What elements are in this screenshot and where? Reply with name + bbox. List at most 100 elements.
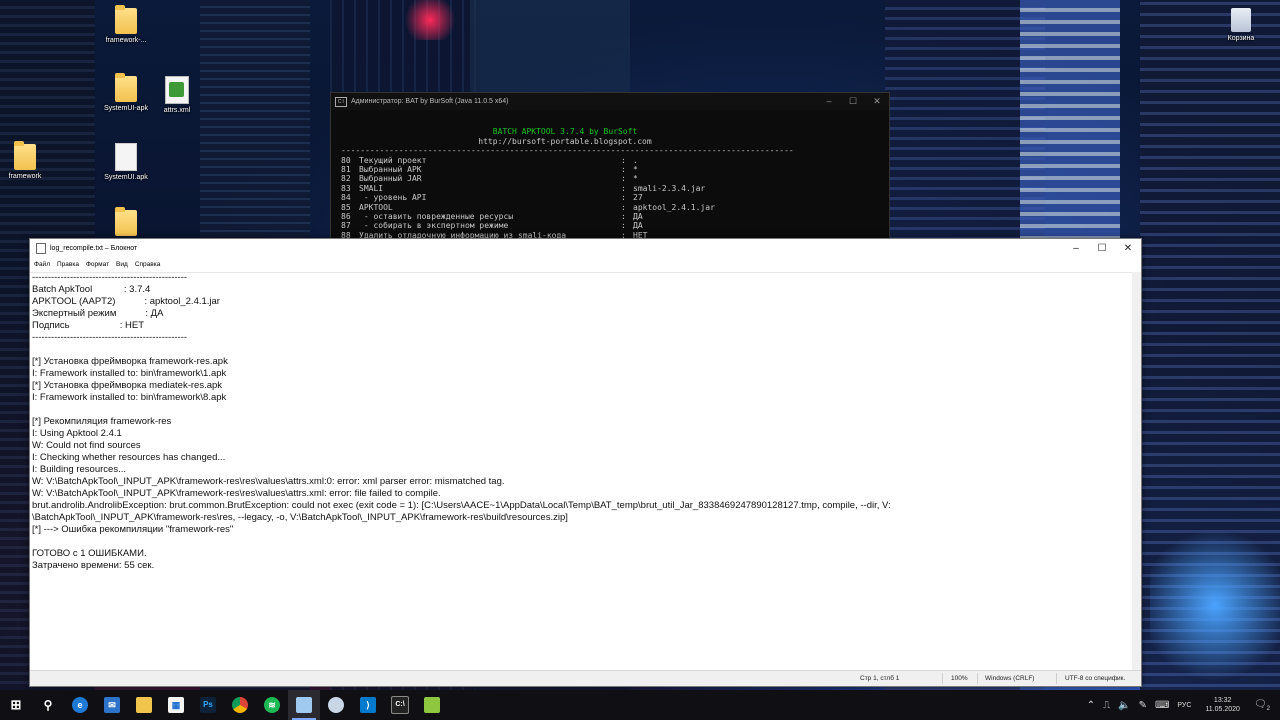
clock-time: 13:32: [1213, 697, 1232, 704]
menu-help[interactable]: Справка: [135, 261, 161, 268]
console-row-label: Выбранный JAR: [359, 174, 422, 184]
photoshop-icon: Ps: [200, 697, 216, 713]
clock[interactable]: 13:32 11.05.2020: [1205, 696, 1240, 714]
menu-format[interactable]: Формат: [86, 261, 109, 268]
desktop-icon-folder-3[interactable]: [94, 207, 158, 239]
store-icon: ▦: [168, 697, 184, 713]
console-app-icon: C:\: [335, 96, 347, 107]
console-row-number: 84: [341, 193, 351, 203]
taskbar-vscode[interactable]: ⟩: [352, 690, 384, 720]
spotify-icon: ≋: [264, 697, 280, 713]
desktop-icon-framework-folder[interactable]: framework-...: [94, 5, 158, 44]
console-icon: C:\: [391, 696, 409, 714]
network-icon[interactable]: ⎍: [1103, 700, 1110, 711]
console-window[interactable]: C:\ Администратор: BAT by BurSoft (Java …: [330, 92, 890, 244]
xml-file-icon: [165, 76, 189, 104]
console-row-value: ДА: [633, 212, 643, 222]
console-row-value: smali-2.3.4.jar: [633, 183, 706, 193]
folder-icon: [115, 73, 137, 102]
minimize-button[interactable]: –: [817, 96, 841, 107]
console-row-label: SMALI: [359, 183, 384, 193]
console-titlebar[interactable]: C:\ Администратор: BAT by BurSoft (Java …: [331, 93, 889, 110]
maximize-button[interactable]: ☐: [1089, 243, 1115, 254]
notepad-text-area[interactable]: ----------------------------------------…: [30, 272, 1132, 670]
status-encoding: UTF-8 со специфик.: [1065, 675, 1126, 682]
vertical-scrollbar[interactable]: [1132, 272, 1141, 670]
app-icon: [328, 697, 344, 713]
console-row-value: ДА: [633, 221, 643, 231]
taskbar-mail[interactable]: ✉: [96, 690, 128, 720]
desktop-icon-systemui-apk-file[interactable]: SystemUI.apk: [94, 143, 158, 181]
notepad-titlebar[interactable]: log_recompile.txt – Блокнот – ☐ ✕: [30, 239, 1141, 257]
console-header-title: BATCH APKTOOL 3.7.4 by BurSoft: [492, 127, 638, 137]
status-line-ending: Windows (CRLF): [985, 675, 1035, 682]
taskbar-notepad[interactable]: [288, 690, 320, 720]
system-tray: ⌃ ⎍ 🔈 ✎ ⌨ РУС 13:32 11.05.2020 🗨2: [1083, 690, 1280, 720]
taskbar-spotify[interactable]: ≋: [256, 690, 288, 720]
console-row: 84 - уровень API:27: [341, 193, 879, 202]
people-icon[interactable]: ⌃: [1087, 700, 1095, 711]
menu-view[interactable]: Вид: [116, 261, 128, 268]
taskbar-chrome[interactable]: [224, 690, 256, 720]
console-row-colon: :: [621, 155, 626, 165]
language-indicator[interactable]: РУС: [1177, 702, 1191, 709]
file-icon: [115, 143, 137, 171]
notepad-icon: [296, 697, 312, 713]
chrome-icon: [232, 697, 248, 713]
console-row-value: 27: [633, 193, 643, 203]
edge-icon: e: [72, 697, 88, 713]
desktop-icon-label: attrs.xml: [163, 107, 191, 114]
taskbar-store[interactable]: ▦: [160, 690, 192, 720]
desktop-icon-label: SystemUI.apk: [104, 174, 148, 181]
minimize-button[interactable]: –: [1063, 243, 1089, 254]
notepad-window[interactable]: log_recompile.txt – Блокнот – ☐ ✕ Файл П…: [29, 238, 1142, 687]
taskbar-edge[interactable]: e: [64, 690, 96, 720]
notepad-statusbar: Стр 1, стлб 1 100% Windows (CRLF) UTF-8 …: [30, 670, 1141, 686]
console-row-number: 82: [341, 174, 351, 184]
console-row-value: apktool_2.4.1.jar: [633, 202, 715, 212]
console-row-label: Текущий проект: [359, 155, 427, 165]
taskbar-explorer[interactable]: [128, 690, 160, 720]
console-row-colon: :: [621, 165, 626, 175]
desktop-icon-framework-folder-2[interactable]: framework: [0, 141, 57, 180]
notifications-icon[interactable]: 🗨2: [1254, 699, 1270, 712]
maximize-button[interactable]: ☐: [841, 96, 865, 107]
console-row: 87 - собирать в экспертном режиме: ДА: [341, 221, 879, 230]
console-row: 83 SMALI: smali-2.3.4.jar: [341, 184, 879, 193]
close-button[interactable]: ✕: [865, 96, 889, 107]
pen-icon[interactable]: ✎: [1139, 700, 1147, 711]
console-row: 80 Текущий проект:.: [341, 156, 879, 165]
desktop-icon-label: framework: [8, 173, 42, 180]
search-button[interactable]: ⚲: [32, 690, 64, 720]
mail-icon: ✉: [104, 697, 120, 713]
vscode-icon: ⟩: [360, 697, 376, 713]
taskbar-app[interactable]: [320, 690, 352, 720]
console-row-number: 87: [341, 221, 351, 231]
folder-icon: [136, 697, 152, 713]
close-button[interactable]: ✕: [1115, 243, 1141, 254]
keyboard-icon[interactable]: ⌨: [1155, 700, 1169, 711]
console-row-colon: :: [621, 202, 626, 212]
notepad-menubar: Файл Правка Формат Вид Справка: [30, 257, 1141, 273]
console-row-number: 86: [341, 212, 351, 222]
console-output: BATCH APKTOOL 3.7.4 by BurSoft http://bur…: [331, 110, 889, 243]
taskbar-photoshop[interactable]: Ps: [192, 690, 224, 720]
taskbar-console[interactable]: C:\: [384, 690, 416, 720]
start-button[interactable]: ⊞: [0, 690, 32, 720]
taskbar: ⊞ ⚲ e ✉ ▦ Ps ≋ ⟩ C:\ ⌃ ⎍ 🔈 ✎ ⌨ РУС 13:32…: [0, 690, 1280, 720]
volume-icon[interactable]: 🔈: [1118, 700, 1130, 711]
console-row: 82 Выбранный JAR: *: [341, 174, 879, 183]
recycle-bin-icon: [1231, 8, 1251, 32]
windows-icon: ⊞: [10, 697, 22, 712]
console-row-value: *: [633, 165, 638, 175]
taskbar-notepad-plus[interactable]: [416, 690, 448, 720]
console-divider: ----------------------------------------…: [341, 146, 794, 156]
desktop-icon-label: SystemUI-apk: [104, 105, 148, 112]
desktop-icon-recycle-bin[interactable]: Корзина: [1209, 8, 1273, 42]
notepad-title: log_recompile.txt – Блокнот: [50, 244, 138, 252]
console-row-colon: :: [621, 174, 626, 184]
menu-file[interactable]: Файл: [34, 261, 50, 268]
desktop-icon-attrs-xml[interactable]: attrs.xml: [145, 76, 209, 114]
menu-edit[interactable]: Правка: [57, 261, 79, 268]
status-position: Стр 1, стлб 1: [860, 675, 900, 682]
